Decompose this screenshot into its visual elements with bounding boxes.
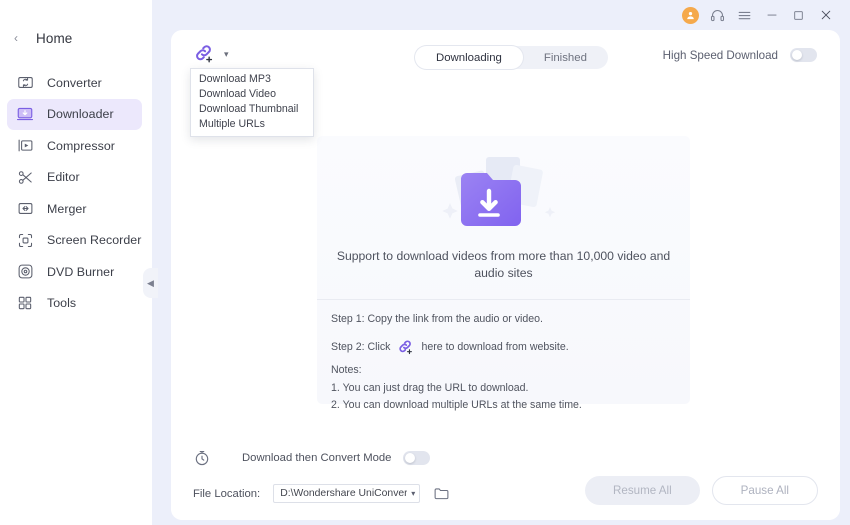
convert-mode-toggle[interactable]: [403, 451, 431, 465]
sidebar-item-tools[interactable]: Tools: [7, 288, 142, 319]
download-folder-icon: [441, 157, 555, 226]
close-button[interactable]: [812, 2, 839, 28]
menu-item-download-thumbnail[interactable]: Download Thumbnail: [191, 102, 313, 117]
sidebar-item-downloader[interactable]: Downloader: [7, 98, 142, 130]
headset-icon: [710, 9, 725, 21]
sidebar-item-label: Tools: [47, 296, 77, 310]
maximize-icon: [794, 10, 803, 20]
stopwatch-icon[interactable]: [193, 449, 211, 467]
sidebar-item-merger[interactable]: Merger: [7, 193, 142, 224]
sidebar-item-dvd-burner[interactable]: DVD Burner: [7, 256, 142, 287]
main-menu-button[interactable]: [731, 2, 758, 28]
window-controls: [677, 0, 850, 30]
downloader-footer: Download then Convert Mode File Location…: [171, 438, 840, 520]
chevron-down-icon: ▾: [411, 488, 416, 498]
converter-icon: [14, 72, 36, 94]
sidebar-item-label: Downloader: [47, 107, 114, 121]
convert-mode-control: Download then Convert Mode: [193, 449, 431, 467]
sidebar-item-screen-recorder[interactable]: Screen Recorder: [7, 225, 142, 256]
high-speed-download-label: High Speed Download: [662, 48, 778, 62]
hamburger-icon: [738, 11, 751, 19]
chevron-left-icon: ‹: [14, 31, 18, 45]
step-2: Step 2: Click here to download from webs…: [331, 338, 676, 355]
screen-recorder-icon: [14, 229, 36, 251]
home-button[interactable]: ‹ Home: [0, 23, 152, 53]
notes-title: Notes:: [331, 364, 362, 376]
link-plus-icon: [193, 42, 215, 64]
sidebar-item-label: Compressor: [47, 138, 115, 153]
close-icon: [821, 10, 830, 20]
empty-state-panel: Support to download videos from more tha…: [317, 136, 690, 411]
scissors-icon: [14, 166, 36, 188]
app-window: ‹ Home Converter Downloader Compressor E…: [0, 0, 850, 525]
high-speed-download-toggle[interactable]: [790, 48, 817, 62]
note-2: 2. You can download multiple URLs at the…: [331, 399, 582, 411]
instructions: Step 1: Copy the link from the audio or …: [317, 300, 690, 411]
file-location-control: File Location: D:\Wondershare UniConvert…: [193, 484, 450, 503]
sidebar-item-compressor[interactable]: Compressor: [7, 130, 142, 161]
sidebar-item-label: Converter: [47, 75, 102, 90]
menu-item-download-mp3[interactable]: Download MP3: [191, 72, 313, 87]
minimize-button[interactable]: [758, 2, 785, 28]
menu-item-multiple-urls[interactable]: Multiple URLs: [191, 117, 313, 132]
support-headset-button[interactable]: [704, 2, 731, 28]
add-url-dropdown-menu: Download MP3 Download Video Download Thu…: [190, 68, 314, 137]
sidebar-collapse-button[interactable]: ◀: [143, 268, 158, 298]
merger-icon: [14, 198, 36, 220]
step-2-text-before: Step 2: Click: [331, 340, 391, 353]
sidebar-item-label: Screen Recorder: [47, 233, 142, 247]
sidebar-item-label: Editor: [47, 170, 80, 184]
pause-all-button[interactable]: Pause All: [711, 476, 818, 505]
convert-mode-label: Download then Convert Mode: [242, 452, 392, 464]
disc-icon: [14, 261, 36, 283]
chevron-left-icon: ◀: [147, 277, 154, 288]
sidebar-item-label: Merger: [47, 201, 87, 216]
sidebar-item-converter[interactable]: Converter: [7, 67, 142, 98]
file-location-label: File Location:: [193, 487, 261, 500]
menu-item-download-video[interactable]: Download Video: [191, 87, 313, 102]
download-folder-illustration: [317, 136, 690, 254]
tab-downloading[interactable]: Downloading: [415, 46, 523, 69]
step-2-text-after: here to download from website.: [421, 340, 569, 353]
step-1-text: Step 1: Copy the link from the audio or …: [331, 313, 543, 325]
sidebar-nav: Converter Downloader Compressor Editor M…: [0, 67, 152, 319]
compressor-icon: [14, 135, 36, 157]
maximize-button[interactable]: [785, 2, 812, 28]
sidebar-item-editor[interactable]: Editor: [7, 162, 142, 193]
home-label: Home: [36, 30, 73, 46]
toggle-knob: [405, 453, 416, 463]
step-1: Step 1: Copy the link from the audio or …: [331, 313, 676, 325]
high-speed-download-control: High Speed Download: [663, 48, 817, 62]
downloader-icon: [14, 103, 36, 125]
sidebar-item-label: DVD Burner: [47, 264, 115, 279]
note-1: 1. You can just drag the URL to download…: [331, 382, 529, 394]
grid-icon: [14, 292, 36, 314]
resume-all-button[interactable]: Resume All: [585, 476, 700, 505]
minimize-icon: [766, 14, 777, 16]
folder-open-icon[interactable]: [433, 485, 450, 502]
toggle-knob: [792, 50, 802, 60]
link-plus-icon: [397, 338, 414, 355]
user-icon: [682, 6, 699, 24]
add-url-button[interactable]: ▾: [193, 42, 229, 64]
chevron-down-icon[interactable]: ▾: [224, 49, 229, 59]
file-location-value: D:\Wondershare UniConverter 1: [280, 488, 408, 499]
file-location-select[interactable]: D:\Wondershare UniConverter 1 ▾: [273, 484, 421, 503]
account-avatar[interactable]: [677, 2, 704, 28]
status-tabs: Downloading Finished: [415, 46, 608, 69]
tab-finished[interactable]: Finished: [523, 46, 608, 69]
sidebar: ‹ Home Converter Downloader Compressor E…: [0, 0, 152, 525]
footer-actions: Resume All Pause All: [585, 476, 818, 505]
